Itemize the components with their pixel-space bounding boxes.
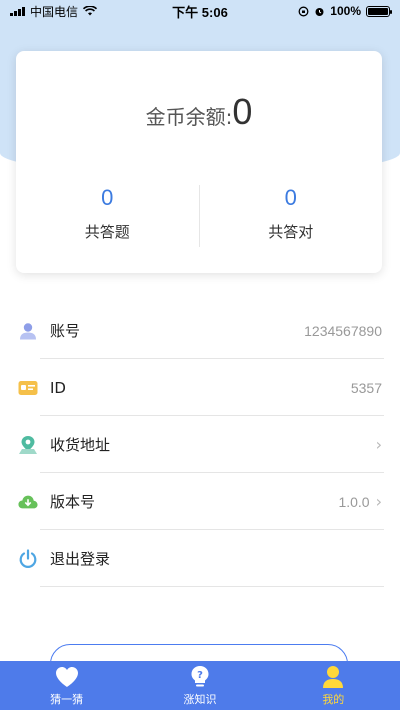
stat-value: 0 — [101, 185, 114, 210]
menu-value: 5357 — [350, 379, 382, 396]
battery-icon — [366, 5, 392, 17]
menu-label: ID — [50, 378, 66, 397]
tab-bar: 猜一猜 ? 涨知识 我的 — [0, 661, 400, 710]
menu-item-account[interactable]: 账号 1234567890 — [0, 302, 400, 359]
settings-menu: 账号 1234567890 ID 5357 收货地址 › 版本号 1.0.0 ›… — [0, 302, 400, 587]
tab-label: 涨知识 — [183, 692, 217, 706]
menu-item-id[interactable]: ID 5357 — [0, 359, 400, 416]
stat-value: 0 — [284, 185, 297, 210]
heart-icon — [55, 665, 79, 689]
wifi-icon — [83, 6, 98, 16]
menu-item-address[interactable]: 收货地址 › — [0, 416, 400, 473]
menu-label: 账号 — [50, 322, 81, 340]
alarm-icon — [315, 7, 324, 16]
tab-label: 我的 — [322, 692, 345, 706]
lightbulb-icon: ? — [190, 665, 210, 689]
stat-label: 共答题 — [84, 223, 130, 241]
location-icon — [18, 435, 38, 455]
tab-knowledge[interactable]: ? 涨知识 — [133, 661, 266, 710]
user-icon — [18, 321, 38, 341]
balance-label: 金币余额: — [145, 105, 233, 129]
status-bar: 中国电信 下午 5:06 100% — [0, 0, 400, 22]
tab-label: 猜一猜 — [50, 692, 84, 706]
menu-value: 1.0.0 — [338, 493, 370, 510]
menu-value: 1234567890 — [304, 322, 382, 339]
chevron-right-icon: › — [375, 492, 382, 511]
person-icon — [322, 665, 344, 689]
stats: 0 共答题 0 共答对 — [16, 185, 382, 247]
menu-label: 退出登录 — [50, 550, 111, 568]
stat-correct: 0 共答对 — [200, 185, 383, 247]
tab-mine[interactable]: 我的 — [267, 661, 400, 710]
chevron-right-icon: › — [375, 435, 382, 454]
carrier-label: 中国电信 — [30, 4, 79, 19]
status-time: 下午 5:06 — [172, 4, 228, 20]
menu-label: 收货地址 — [50, 436, 111, 454]
balance-card: 金币余额:0 0 共答题 0 共答对 — [16, 51, 382, 273]
cloud-download-icon — [18, 492, 38, 512]
balance-value: 0 — [232, 91, 253, 132]
signal-icon — [10, 6, 25, 16]
power-icon — [18, 548, 38, 569]
balance: 金币余额:0 — [16, 91, 382, 133]
orientation-lock-icon — [298, 6, 309, 16]
menu-item-version[interactable]: 版本号 1.0.0 › — [0, 473, 400, 530]
tab-guess[interactable]: 猜一猜 — [0, 661, 133, 710]
id-card-icon — [18, 378, 38, 398]
menu-item-logout[interactable]: 退出登录 — [0, 530, 400, 587]
battery-percent: 100% — [330, 4, 361, 18]
menu-label: 版本号 — [50, 493, 96, 511]
svg-text:?: ? — [197, 670, 203, 681]
stat-label: 共答对 — [268, 223, 314, 241]
stat-answered: 0 共答题 — [16, 185, 199, 247]
